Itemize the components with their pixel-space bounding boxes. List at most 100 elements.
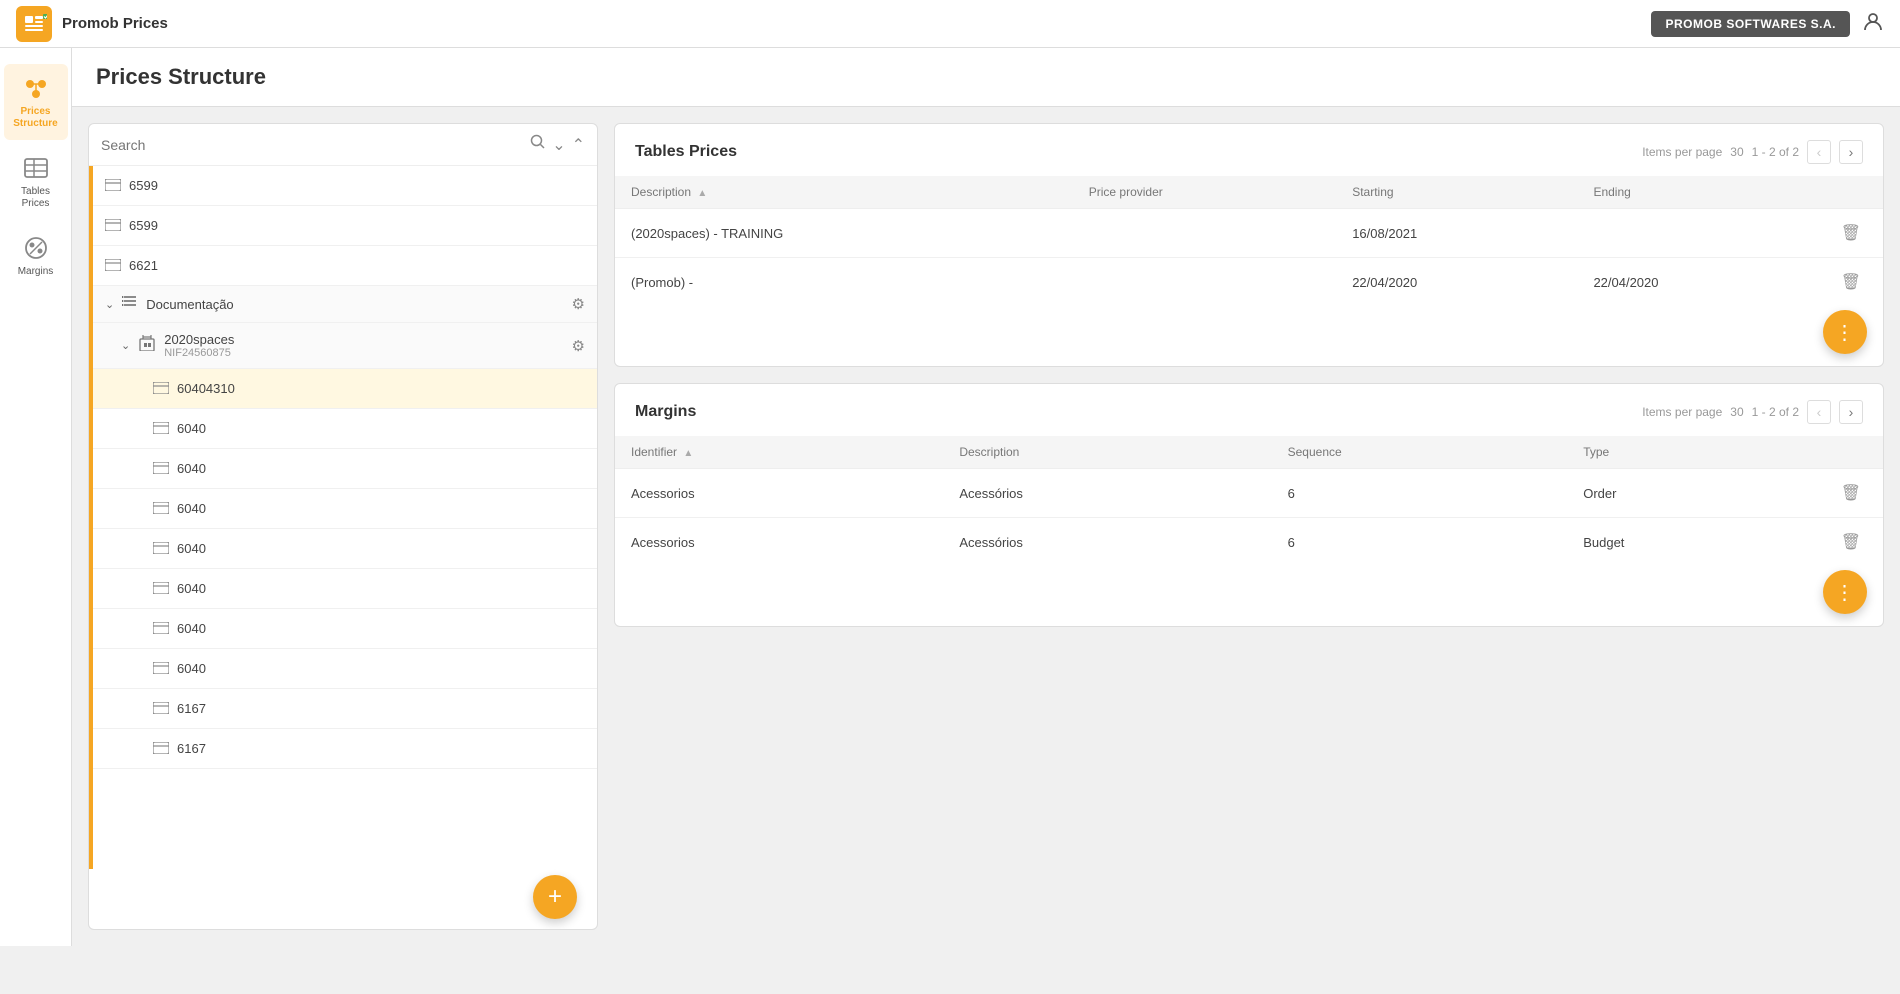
sidebar-item-tables-prices[interactable]: Tables Prices: [4, 144, 68, 220]
chevron-down-icon[interactable]: ⌄: [552, 135, 565, 155]
delete-button[interactable]: 🗑: [1835, 530, 1867, 554]
tree-item[interactable]: 6599: [89, 166, 597, 206]
cell-delete: 🗑: [1819, 469, 1883, 518]
add-button[interactable]: +: [533, 875, 577, 919]
tree-item[interactable]: 6040: [89, 569, 597, 609]
card-icon: [153, 741, 169, 757]
tree-item[interactable]: 6040: [89, 649, 597, 689]
margins-table-wrapper: Identifier ▲ Description Sequence Type A…: [615, 436, 1883, 566]
tables-prices-title: Tables Prices: [635, 143, 737, 161]
page-header: Prices Structure: [72, 48, 1900, 107]
cell-sequence: 6: [1272, 469, 1568, 518]
search-icon[interactable]: [530, 134, 546, 155]
col-identifier[interactable]: Identifier ▲: [615, 436, 943, 469]
tree-panel: ⌄ ⌃ 6599: [88, 123, 598, 930]
tree-item-label: 6040: [177, 421, 585, 436]
tree-item[interactable]: 6040: [89, 489, 597, 529]
margins-title: Margins: [635, 403, 696, 421]
col-actions: [1819, 176, 1883, 209]
col-sequence: Sequence: [1272, 436, 1568, 469]
search-input[interactable]: [101, 137, 522, 153]
tree-subgroup-nif: NIF24560875: [164, 347, 563, 359]
cell-delete: 🗑: [1819, 209, 1883, 258]
tree-item[interactable]: 6167: [89, 689, 597, 729]
tree-item-label: 6040: [177, 581, 585, 596]
more-options-button[interactable]: ⋮: [1823, 570, 1867, 614]
sidebar-item-tables-prices-label: Tables Prices: [12, 186, 60, 210]
prev-page-button[interactable]: ‹: [1807, 140, 1831, 164]
sort-icon: ▲: [683, 448, 693, 459]
col-type: Type: [1567, 436, 1818, 469]
tree-item-label: 60404310: [177, 381, 585, 396]
tables-prices-header: Tables Prices Items per page 30 1 - 2 of…: [615, 124, 1883, 176]
company-button[interactable]: PROMOB SOFTWARES S.A.: [1651, 11, 1850, 37]
next-page-button[interactable]: ›: [1839, 140, 1863, 164]
tree-item[interactable]: 6040: [89, 529, 597, 569]
chevron-up-icon[interactable]: ⌃: [572, 135, 585, 155]
card-icon: [153, 421, 169, 437]
cell-price-provider: [1073, 209, 1336, 258]
tree-item[interactable]: 6040: [89, 449, 597, 489]
right-panels: Tables Prices Items per page 30 1 - 2 of…: [598, 107, 1900, 946]
user-icon-button[interactable]: [1862, 10, 1884, 38]
cell-ending: 22/04/2020: [1577, 258, 1818, 307]
tree-item[interactable]: 6599: [89, 206, 597, 246]
pagination-info: 1 - 2 of 2: [1752, 405, 1799, 419]
cell-description: (Promob) -: [615, 258, 1073, 307]
topbar-right: PROMOB SOFTWARES S.A.: [1651, 10, 1884, 38]
tables-prices-panel: Tables Prices Items per page 30 1 - 2 of…: [614, 123, 1884, 367]
app-title: Promob Prices: [62, 15, 168, 32]
cell-price-provider: [1073, 258, 1336, 307]
tables-prices-fab-container: ⋮: [615, 306, 1883, 366]
margins-panel: Margins Items per page 30 1 - 2 of 2 ‹ ›: [614, 383, 1884, 627]
tree-item[interactable]: 6167: [89, 729, 597, 769]
tree-item[interactable]: 6621: [89, 246, 597, 286]
tree-item-label: 6040: [177, 541, 585, 556]
pagination-info: 1 - 2 of 2: [1752, 145, 1799, 159]
next-page-button[interactable]: ›: [1839, 400, 1863, 424]
col-description: Description: [943, 436, 1271, 469]
card-icon: [153, 701, 169, 717]
main-content: Prices Structure ⌄ ⌃: [72, 48, 1900, 946]
items-per-page-value: 30: [1730, 145, 1743, 159]
tree-item[interactable]: 6040: [89, 609, 597, 649]
tree-accent: [89, 166, 93, 869]
sidebar-item-prices-structure[interactable]: PricesStructure: [4, 64, 68, 140]
card-icon: [153, 381, 169, 397]
gear-icon[interactable]: ⚙: [572, 295, 585, 313]
cell-delete: 🗑: [1819, 518, 1883, 567]
card-icon: [153, 461, 169, 477]
table-row: Acessorios Acessórios 6 Order 🗑: [615, 469, 1883, 518]
col-ending: Ending: [1577, 176, 1818, 209]
tree-item-label: 6040: [177, 501, 585, 516]
delete-button[interactable]: 🗑: [1835, 481, 1867, 505]
more-options-button[interactable]: ⋮: [1823, 310, 1867, 354]
cell-description: Acessórios: [943, 518, 1271, 567]
sidebar: PricesStructure Tables Prices Margins: [0, 48, 72, 946]
cell-ending: [1577, 209, 1818, 258]
col-actions: [1819, 436, 1883, 469]
tree-group-documentacao[interactable]: ⌄ Documentação ⚙: [89, 286, 597, 323]
card-icon: [153, 501, 169, 517]
tree-item-label: 6599: [129, 218, 585, 233]
layout: PricesStructure Tables Prices Margins Pr…: [0, 48, 1900, 946]
items-per-page-label: Items per page: [1642, 405, 1722, 419]
tree-subgroup-info: 2020spaces NIF24560875: [164, 332, 563, 359]
sidebar-item-margins[interactable]: Margins: [4, 224, 68, 288]
tree-item[interactable]: 6040: [89, 409, 597, 449]
tree-subgroup-2020spaces[interactable]: ⌄ 2020spaces NIF24560875 ⚙: [89, 323, 597, 369]
col-description[interactable]: Description ▲: [615, 176, 1073, 209]
prev-page-button[interactable]: ‹: [1807, 400, 1831, 424]
margins-meta: Items per page 30 1 - 2 of 2 ‹ ›: [1642, 400, 1863, 424]
card-icon: [153, 621, 169, 637]
delete-button[interactable]: 🗑: [1835, 270, 1867, 294]
card-icon: [105, 258, 121, 274]
cell-description: Acessórios: [943, 469, 1271, 518]
card-icon: [105, 218, 121, 234]
gear-icon[interactable]: ⚙: [572, 337, 585, 355]
tables-prices-table: Description ▲ Price provider Starting En…: [615, 176, 1883, 306]
tree-item-highlighted[interactable]: 60404310: [89, 369, 597, 409]
tables-prices-meta: Items per page 30 1 - 2 of 2 ‹ ›: [1642, 140, 1863, 164]
sidebar-item-margins-label: Margins: [18, 266, 54, 278]
delete-button[interactable]: 🗑: [1835, 221, 1867, 245]
